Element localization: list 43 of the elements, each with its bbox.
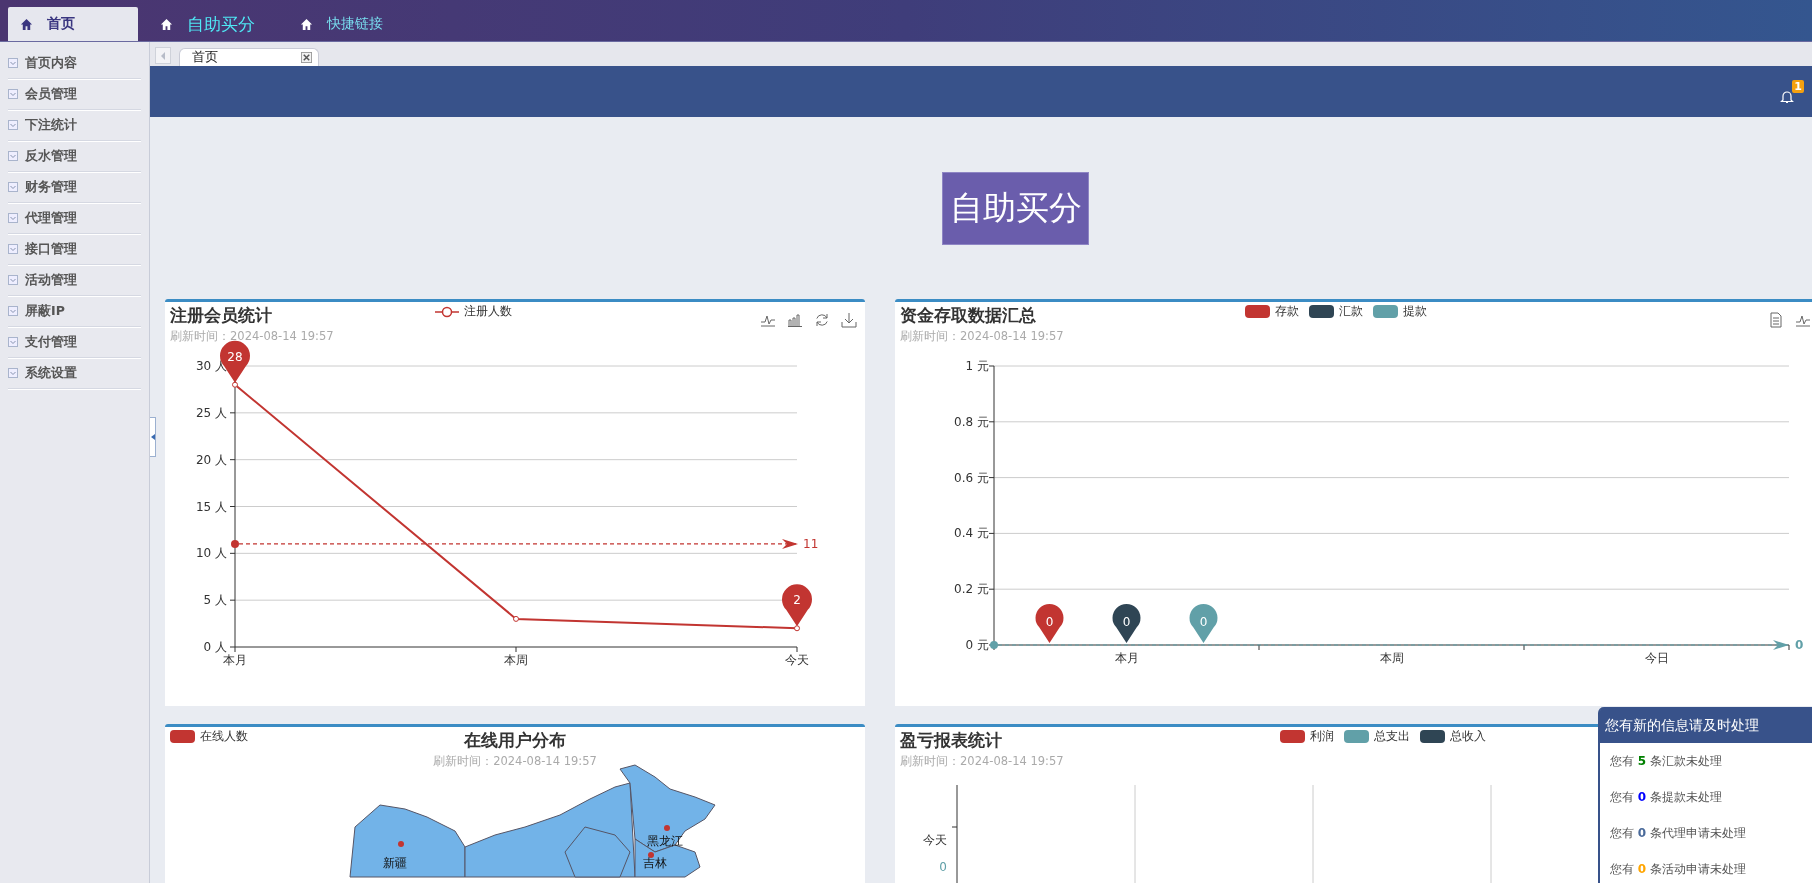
marker-pin: 2 bbox=[782, 584, 812, 627]
region-label: 新疆 bbox=[383, 856, 407, 870]
chart-title: 资金存取数据汇总 bbox=[900, 304, 1037, 327]
axis-label: 今天 bbox=[923, 833, 947, 847]
marker-pin: 0 bbox=[1035, 603, 1064, 643]
axis-label: 10 人 bbox=[195, 546, 227, 561]
refresh-time: 刷新时间：2024-08-14 19:57 bbox=[433, 753, 597, 770]
annotation: 0 bbox=[1199, 615, 1208, 629]
axis-label: 本周 bbox=[1379, 651, 1404, 665]
refresh-time: 刷新时间：2024-08-14 19:57 bbox=[900, 328, 1064, 345]
axis-label: 25 人 bbox=[195, 405, 227, 420]
axis-label: 今天 bbox=[785, 653, 809, 667]
axis-label: 5 人 bbox=[203, 593, 227, 608]
axis-label: 1 元 bbox=[965, 359, 989, 373]
annotation: 0 bbox=[1122, 615, 1131, 629]
refresh-time: 刷新时间：2024-08-14 19:57 bbox=[900, 753, 1064, 770]
annotation: 2 bbox=[793, 593, 801, 608]
region-label: 吉林 bbox=[643, 856, 667, 870]
chart-title: 注册会员统计 bbox=[170, 304, 273, 327]
axis-label: 0.2 元 bbox=[954, 582, 989, 597]
axis-label: 0.4 元 bbox=[954, 526, 989, 541]
axis-label: 15 人 bbox=[195, 499, 227, 514]
notification-badge: 1 bbox=[1792, 79, 1804, 93]
average-label: 11 bbox=[803, 536, 819, 551]
refresh-time: 刷新时间：2024-08-14 19:57 bbox=[170, 328, 334, 345]
annotation: 0 bbox=[1045, 615, 1054, 629]
axis-label: 0 bbox=[939, 860, 947, 874]
marker-pin: 0 bbox=[1112, 603, 1141, 643]
marker-pin: 0 bbox=[1189, 603, 1218, 643]
annotation: 28 bbox=[227, 349, 243, 364]
chart-title: 在线用户分布 bbox=[464, 729, 566, 752]
axis-label: 20 人 bbox=[195, 452, 227, 467]
axis-label: 本月 bbox=[223, 653, 247, 667]
axis-label: 0.6 元 bbox=[954, 470, 989, 485]
axis-label: 0.8 元 bbox=[954, 414, 989, 429]
axis-label: 0 元 bbox=[965, 638, 989, 652]
axis-label: 本月 bbox=[1114, 651, 1139, 665]
axis-label: 今日 bbox=[1644, 651, 1669, 665]
chart-title: 盈亏报表统计 bbox=[900, 729, 1003, 752]
axis-label: 0 人 bbox=[203, 640, 227, 654]
average-label: 0 bbox=[1795, 638, 1804, 652]
notification-title: 您有新的信息请及时处理 bbox=[1600, 707, 1812, 743]
axis-label: 本周 bbox=[504, 653, 528, 667]
